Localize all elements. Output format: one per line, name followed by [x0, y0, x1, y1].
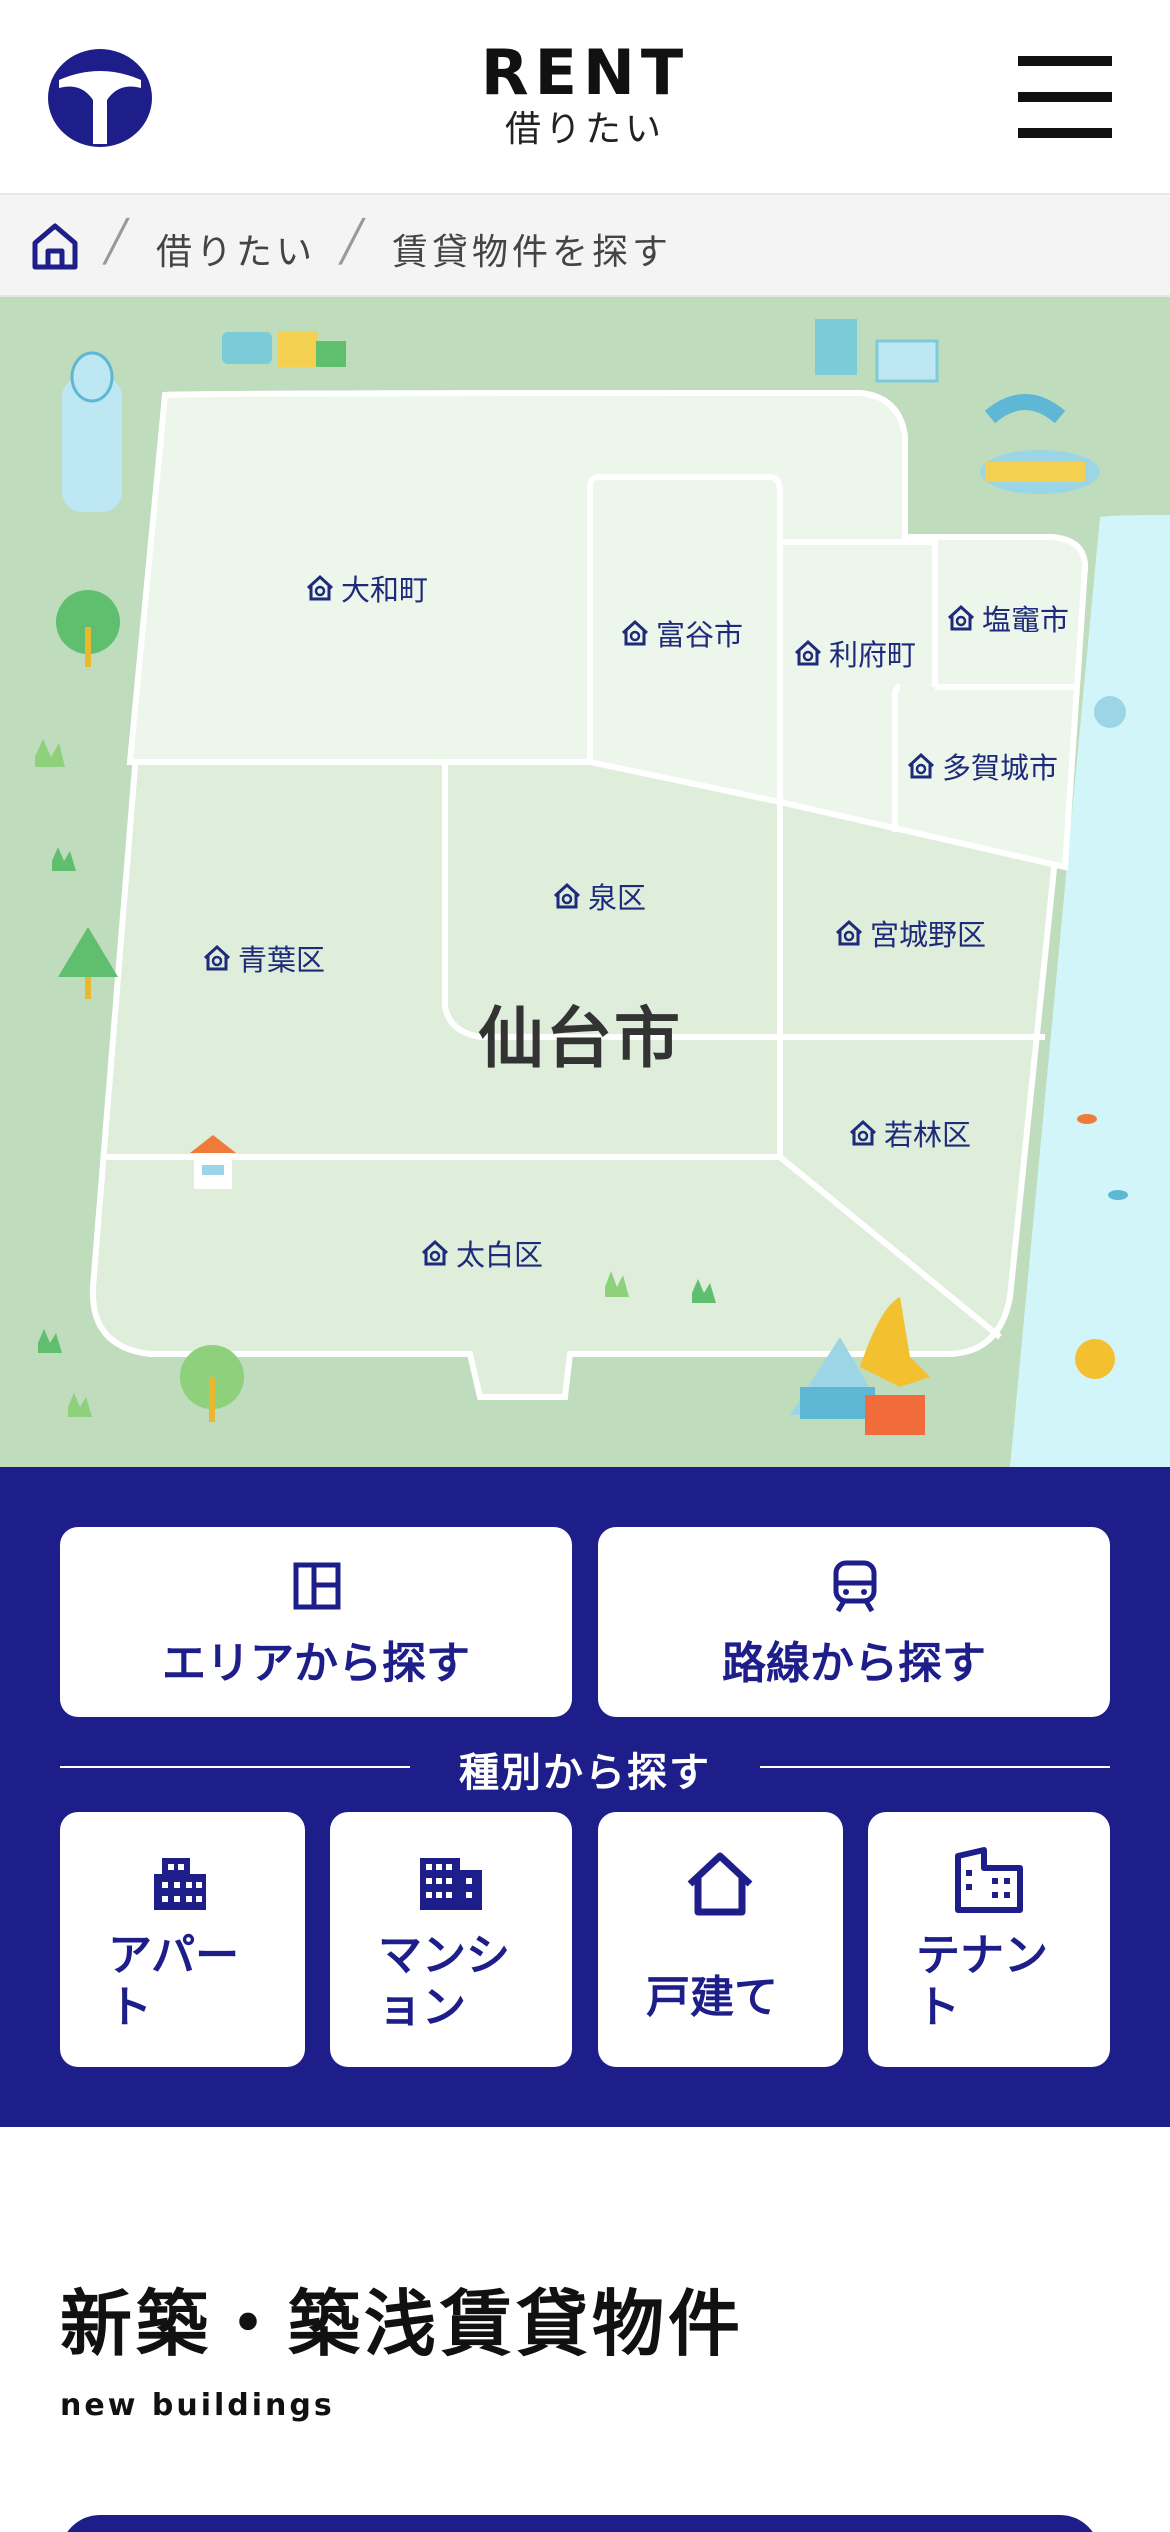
search-by-line-button[interactable]: 路線から探す — [598, 1527, 1110, 1717]
area-link-tomiya[interactable]: 富谷市 — [620, 612, 743, 654]
area-link-rifu[interactable]: 利府町 — [793, 632, 916, 674]
mansion-icon — [420, 1858, 482, 1910]
area-link-shiogama[interactable]: 塩竈市 — [946, 597, 1069, 639]
breadcrumb-item-rent[interactable]: 借りたい — [156, 223, 316, 275]
city-label: 仙台市 — [478, 1000, 682, 1077]
area-link-taihaku[interactable]: 太白区 — [420, 1232, 543, 1274]
house-search-icon — [849, 1119, 877, 1146]
type-apartment-button[interactable]: アパー ト — [60, 1812, 305, 2067]
house-icon — [687, 1852, 753, 1916]
breadcrumb-separator: ╱ — [104, 219, 129, 265]
page-subtitle: 借りたい — [504, 109, 665, 150]
house-search-icon — [794, 639, 822, 666]
search-panel: エリアから探す 路線から探す 種別から探す アパー ト マンシ ョン 戸建て テ… — [0, 1467, 1170, 2127]
tenant-building-icon — [955, 1847, 1023, 1913]
apartment-icon — [154, 1858, 206, 1910]
breadcrumb-item-current: 賃貸物件を探す — [392, 232, 673, 273]
hamburger-menu-button[interactable] — [1018, 56, 1112, 138]
house-search-icon — [621, 619, 649, 646]
breadcrumb-separator: ╱ — [340, 219, 365, 265]
house-search-icon — [203, 944, 231, 971]
house-search-icon — [553, 882, 581, 909]
section-subtitle: new buildings — [60, 2388, 335, 2423]
header: RENT 借りたい — [0, 0, 1170, 193]
house-search-icon — [421, 1239, 449, 1266]
divider — [760, 1766, 1110, 1768]
house-search-icon — [306, 574, 334, 601]
area-grid-icon — [293, 1562, 341, 1610]
type-heading: 種別から探す — [459, 1750, 711, 1796]
house-search-icon — [947, 604, 975, 631]
type-mansion-button[interactable]: マンシ ョン — [330, 1812, 572, 2067]
type-house-button[interactable]: 戸建て — [598, 1812, 843, 2067]
breadcrumb: ╱ 借りたい ╱ 賃貸物件を探す — [0, 193, 1170, 297]
area-link-wakabayashi[interactable]: 若林区 — [848, 1112, 971, 1154]
house-search-icon — [907, 752, 935, 779]
page-title: RENT — [480, 36, 690, 109]
area-link-izumi[interactable]: 泉区 — [552, 875, 646, 917]
section-title: 新築・築浅賃貸物件 — [60, 2282, 745, 2366]
area-link-aoba[interactable]: 青葉区 — [202, 937, 325, 979]
train-icon — [833, 1560, 877, 1613]
divider — [60, 1766, 410, 1768]
search-by-area-button[interactable]: エリアから探す — [60, 1527, 572, 1717]
area-link-tagajo[interactable]: 多賀城市 — [906, 745, 1058, 787]
logo-icon[interactable] — [47, 48, 153, 148]
type-tenant-button[interactable]: テナン ト — [868, 1812, 1110, 2067]
home-icon[interactable] — [30, 221, 80, 271]
area-map: 大和町 富谷市 利府町 塩竈市 多賀城市 泉区 宮城野区 青葉区 若林区 太白区… — [0, 297, 1170, 1467]
area-link-miyagino[interactable]: 宮城野区 — [834, 912, 986, 954]
section-card-top[interactable] — [60, 2515, 1100, 2532]
house-search-icon — [835, 919, 863, 946]
area-link-taiwa[interactable]: 大和町 — [305, 567, 428, 609]
